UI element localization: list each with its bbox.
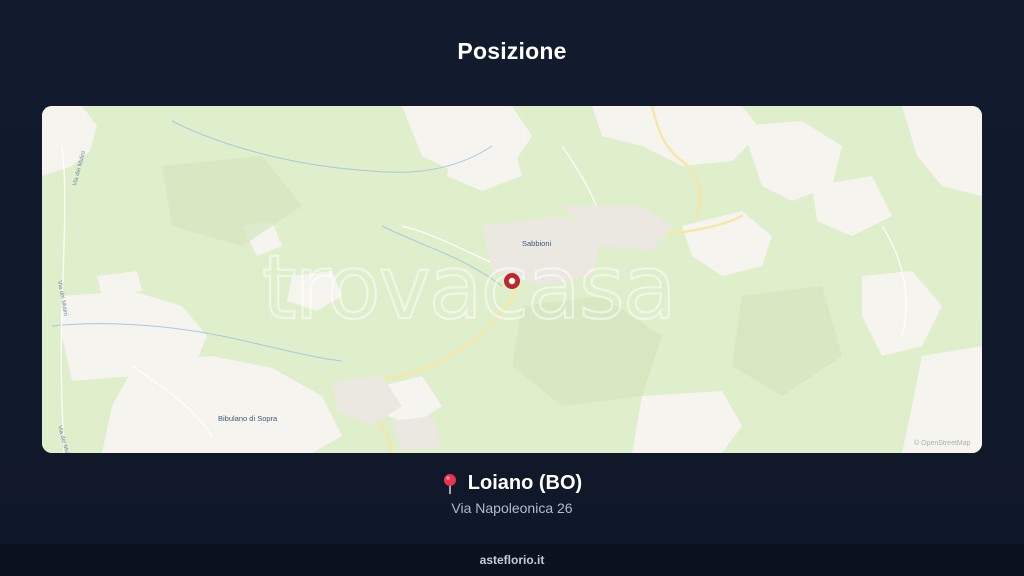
map-pin-icon	[442, 473, 458, 495]
map-view[interactable]: trovacasa Sabbioni Bibulano di Sopra Via…	[42, 106, 982, 453]
footer: asteflorio.it	[0, 544, 1024, 576]
location-name: Loiano (BO)	[467, 472, 583, 494]
location-page: Posizione trovacasa Sabbioni Bibulano di…	[0, 0, 1024, 576]
trovacasa-watermark: trovacasa	[262, 236, 675, 339]
location-marker-icon[interactable]	[504, 273, 520, 289]
map-canvas[interactable]: trovacasa Sabbioni Bibulano di Sopra Via…	[42, 106, 982, 453]
footer-site-link[interactable]: asteflorio.it	[480, 553, 545, 567]
map-label-sabbioni: Sabbioni	[522, 239, 552, 248]
map-label-bibulano: Bibulano di Sopra	[218, 414, 278, 423]
location-heading: Loiano (BO)	[0, 472, 1024, 495]
map-attribution: © OpenStreetMap	[914, 439, 971, 447]
page-title: Posizione	[457, 38, 567, 64]
location-address: Via Napoleonica 26	[451, 500, 573, 516]
